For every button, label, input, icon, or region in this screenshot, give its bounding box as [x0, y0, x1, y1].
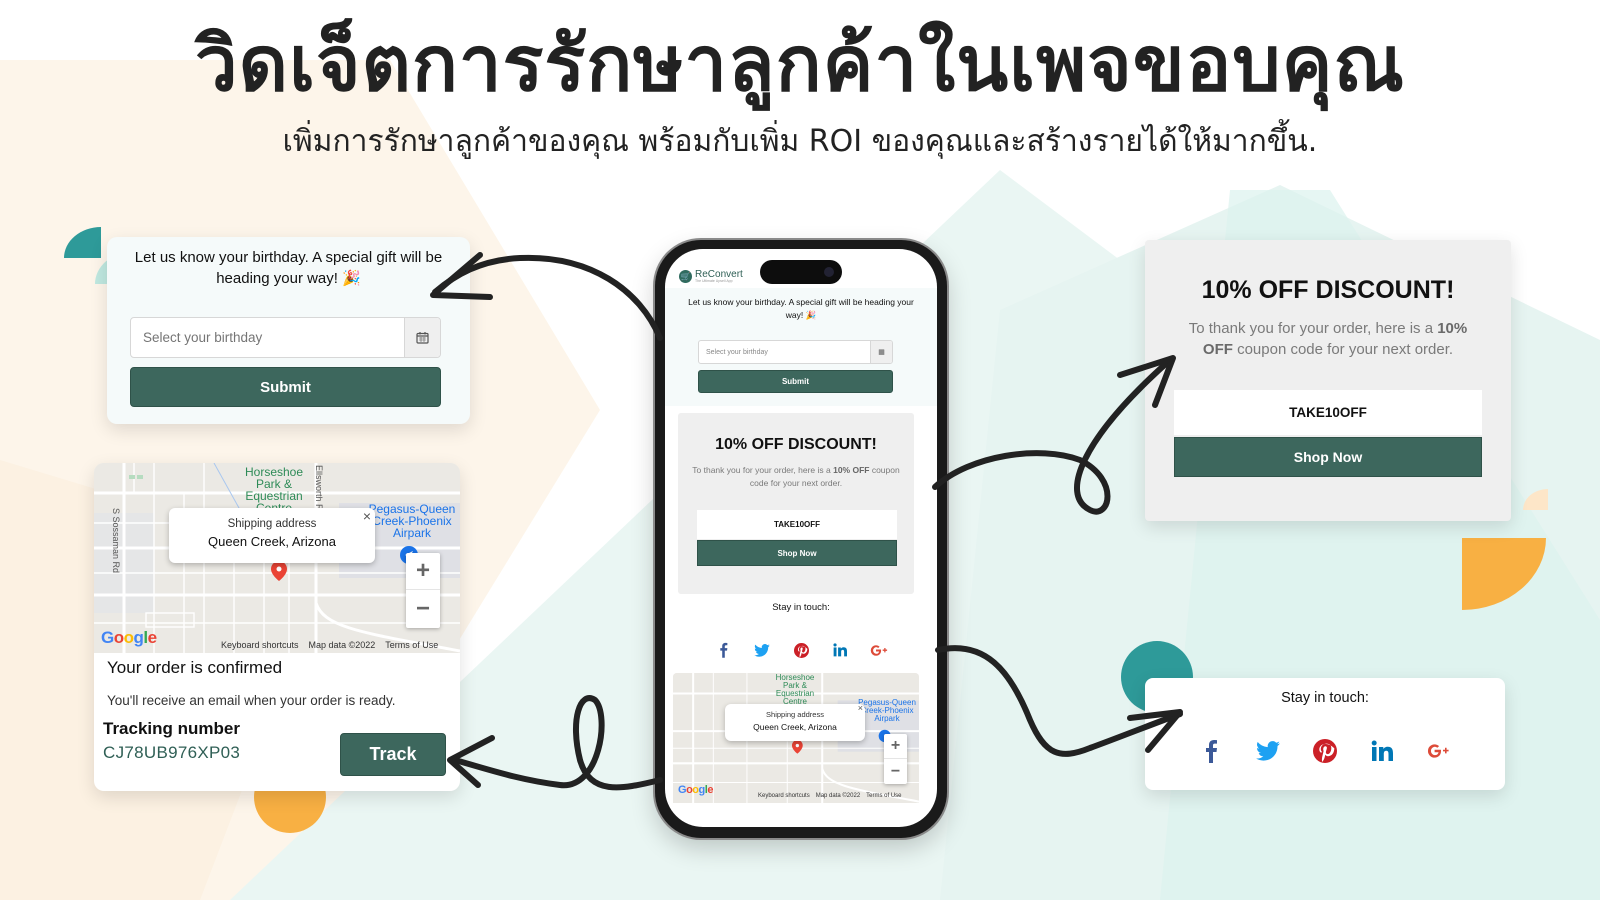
social-widget: Stay in touch:	[1145, 678, 1505, 790]
map[interactable]: Horseshoe Park & Equestrian Centre Pegas…	[94, 463, 460, 653]
facebook-icon[interactable]	[713, 640, 733, 660]
zoom-out-button[interactable]: −	[884, 759, 907, 784]
zoom-out-button[interactable]: −	[406, 590, 440, 627]
page-subtitle: เพิ่มการรักษาลูกค้าของคุณ พร้อมกับเพิ่ม …	[282, 124, 1318, 159]
phone-submit-button[interactable]: Submit	[698, 370, 893, 393]
cart-icon: 🛒	[679, 270, 692, 284]
tracking-label: Tracking number	[103, 719, 240, 738]
calendar-icon[interactable]: ▦	[870, 341, 892, 363]
shop-now-button[interactable]: Shop Now	[1174, 437, 1482, 477]
social-icons	[1145, 738, 1505, 764]
arrow-to-track	[452, 695, 663, 791]
birthday-input[interactable]	[131, 318, 404, 357]
phone-birthday-input[interactable]: Select your birthday ▦	[698, 340, 893, 364]
calendar-icon[interactable]	[404, 318, 440, 357]
linkedin-icon[interactable]	[1370, 738, 1394, 764]
map-place-airpark: Pegasus-Queen Creek-Phoenix Airpark	[368, 502, 456, 540]
coupon-code[interactable]: TAKE10OFF	[1174, 390, 1482, 435]
google-logo: Google	[678, 784, 713, 796]
peach-quarter-shape	[1523, 489, 1548, 510]
close-icon[interactable]: ×	[858, 703, 863, 713]
tracking-number: CJ78UB976XP03	[103, 743, 241, 762]
discount-text: To thank you for your order, here is a 1…	[1188, 320, 1468, 358]
google-plus-icon[interactable]	[869, 640, 889, 660]
phone-discount-text: To thank you for your order, here is a 1…	[692, 465, 900, 488]
phone-discount-widget: 10% OFF DISCOUNT! To thank you for your …	[678, 413, 914, 594]
phone-birthday-message: Let us know your birthday. A special gif…	[688, 297, 914, 320]
map-info-popup: Shipping address Queen Creek, Arizona ×	[169, 508, 375, 563]
map-zoom-control: + −	[406, 553, 440, 628]
phone-mockup: 🛒 ReConvert The Ultimate Upsell App Let …	[655, 240, 947, 838]
phone-map[interactable]: Horseshoe Park & Equestrian Centre Pegas…	[673, 673, 919, 803]
google-logo: Google	[101, 628, 157, 647]
page-title: วิดเจ็ตการรักษาลูกค้าในเพจขอบคุณ	[195, 19, 1405, 108]
twitter-icon[interactable]	[1256, 738, 1280, 764]
phone-map-popup: Shipping address Queen Creek, Arizona ×	[725, 703, 865, 741]
birthday-widget: Let us know your birthday. A special gif…	[107, 237, 470, 424]
terms-of-use-link[interactable]: Terms of Use	[385, 640, 438, 650]
map-place-park: Horseshoe Park & Equestrian Centre	[244, 465, 304, 514]
phone-map-footer: Keyboard shortcuts Map data ©2022 Terms …	[758, 793, 902, 799]
birthday-input-group[interactable]	[130, 317, 441, 358]
keyboard-shortcuts-link[interactable]: Keyboard shortcuts	[221, 640, 299, 650]
pinterest-icon[interactable]	[1313, 738, 1337, 764]
phone-discount-title: 10% OFF DISCOUNT!	[715, 436, 877, 453]
popup-value: Queen Creek, Arizona	[208, 534, 336, 549]
phone-social-icons	[665, 640, 937, 660]
order-tracking-widget: Horseshoe Park & Equestrian Centre Pegas…	[94, 463, 460, 791]
track-button[interactable]: Track	[340, 733, 446, 776]
phone-social-title: Stay in touch:	[772, 602, 830, 613]
zoom-in-button[interactable]: +	[884, 734, 907, 759]
arrow-to-social	[935, 645, 1183, 757]
order-confirmed-title: Your order is confirmed	[107, 658, 283, 677]
pinterest-icon[interactable]	[791, 640, 811, 660]
zoom-in-button[interactable]: +	[406, 553, 440, 590]
map-road-sossaman: S Sossaman Rd	[111, 508, 121, 574]
twitter-icon[interactable]	[752, 640, 772, 660]
map-data-label: Map data ©2022	[308, 640, 376, 650]
social-title: Stay in touch:	[1281, 690, 1369, 706]
map-footer: Keyboard shortcuts Map data ©2022 Terms …	[221, 640, 438, 650]
phone-shop-now-button[interactable]: Shop Now	[697, 540, 897, 566]
phone-map-zoom-control: + −	[884, 734, 907, 784]
google-plus-icon[interactable]	[1427, 738, 1451, 764]
close-icon[interactable]: ×	[363, 508, 371, 524]
app-tagline: The Ultimate Upsell App	[695, 279, 733, 283]
discount-title: 10% OFF DISCOUNT!	[1201, 276, 1455, 304]
facebook-icon[interactable]	[1199, 738, 1223, 764]
discount-widget: 10% OFF DISCOUNT! To thank you for your …	[1145, 240, 1511, 521]
reconvert-logo: 🛒 ReConvert The Ultimate Upsell App	[679, 270, 743, 284]
phone-map-place-park: Horseshoe Park & Equestrian Centre	[775, 673, 815, 706]
dynamic-island	[760, 260, 842, 284]
arrow-to-discount	[932, 357, 1173, 515]
birthday-message: Let us know your birthday. A special gif…	[134, 249, 443, 287]
camera-icon	[824, 267, 834, 277]
phone-screen: 🛒 ReConvert The Ultimate Upsell App Let …	[665, 249, 937, 827]
orange-quarter-shape	[1462, 538, 1546, 610]
phone-birthday-widget: Let us know your birthday. A special gif…	[665, 288, 937, 406]
order-confirmed-subtitle: You'll receive an email when your order …	[107, 693, 396, 708]
popup-label: Shipping address	[227, 518, 317, 530]
linkedin-icon[interactable]	[830, 640, 850, 660]
phone-coupon-code[interactable]: TAKE10OFF	[697, 510, 897, 539]
birthday-submit-button[interactable]: Submit	[130, 367, 441, 407]
teal-quarter-shape	[64, 227, 101, 258]
